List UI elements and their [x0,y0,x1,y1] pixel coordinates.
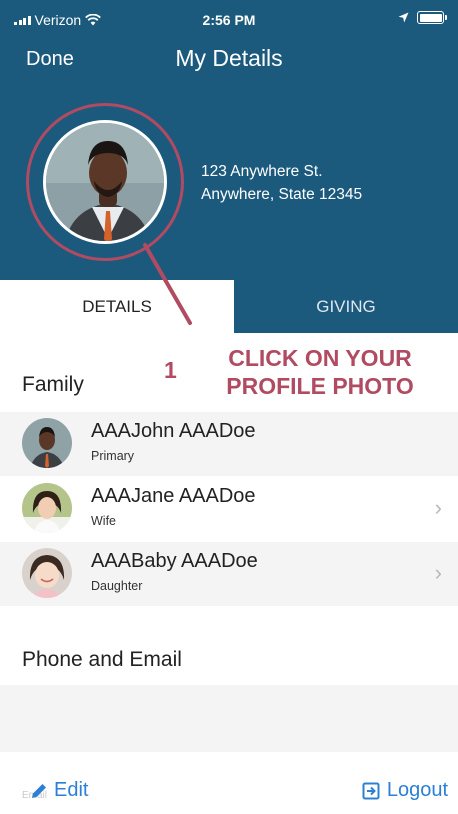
family-member-row[interactable]: AAAJohn AAADoe Primary [0,412,458,476]
profile-person-image [46,123,164,241]
member-role: Wife [91,514,116,528]
edit-button[interactable]: Edit [30,779,88,802]
family-heading: Family [22,373,84,396]
tab-bar: DETAILS GIVING [0,280,458,333]
member-name: AAABaby AAADoe [91,550,258,572]
callout-step-number: 1 [164,357,177,383]
clock: 2:56 PM [202,12,256,28]
member-role: Primary [91,449,135,463]
profile-photo[interactable] [43,120,167,244]
nav-bar: Done My Details [0,40,458,80]
location-icon [398,12,409,23]
member-role: Daughter [91,579,143,593]
member-name: AAAJohn AAADoe [91,420,256,442]
logout-button[interactable]: Logout [362,779,448,802]
status-bar: Verizon 2:56 PM [0,0,458,36]
tab-details[interactable]: DETAILS [0,280,234,333]
address-line-1: 123 Anywhere St. [201,163,323,180]
battery-icon [417,11,447,24]
bottom-toolbar: Email Edit Logout [0,766,458,814]
avatar [22,418,72,468]
phone-email-heading: Phone and Email [22,648,182,671]
status-right [398,11,447,24]
callout-line-2: PROFILE PHOTO [226,373,414,399]
phone-email-list [0,685,458,752]
edit-label: Edit [54,779,89,801]
family-member-row[interactable]: AAABaby AAADoe Daughter › [0,542,458,606]
profile-header: Verizon 2:56 PM Done My Details 123 Anyw… [0,0,458,333]
page-title: My Details [175,45,283,71]
chevron-right-icon: › [434,560,442,585]
avatar [22,548,72,598]
address-line-2: Anywhere, State 12345 [201,186,363,203]
profile-photo-highlight [26,103,184,261]
member-name: AAAJane AAADoe [91,485,256,507]
profile-address: 123 Anywhere St. Anywhere, State 12345 [201,160,362,206]
avatar [22,483,72,533]
family-member-row[interactable]: AAAJane AAADoe Wife › [0,477,458,541]
callout-line-1: CLICK ON YOUR [228,345,412,371]
chevron-right-icon: › [434,495,442,520]
tab-giving[interactable]: GIVING [234,280,458,333]
pencil-icon [32,783,46,798]
logout-icon [362,782,380,799]
callout-instruction: CLICK ON YOUR PROFILE PHOTO [200,344,440,400]
logout-label: Logout [386,779,448,801]
